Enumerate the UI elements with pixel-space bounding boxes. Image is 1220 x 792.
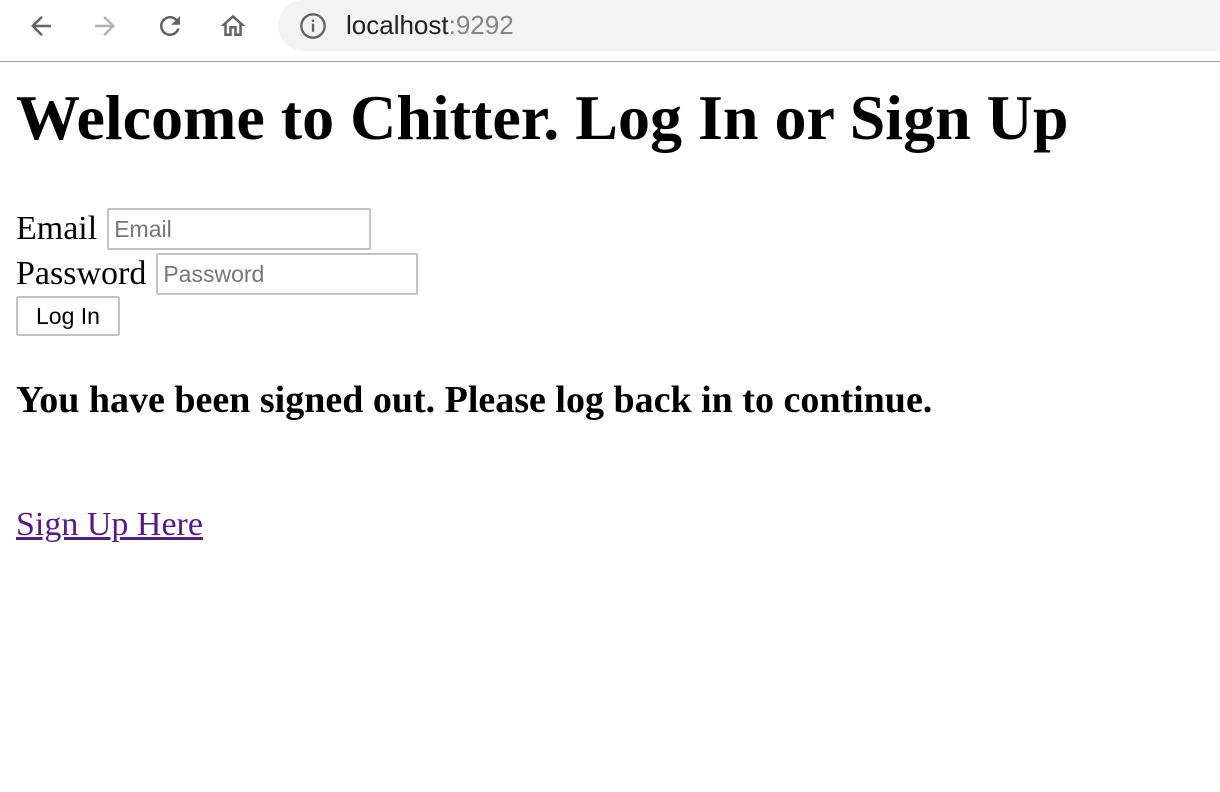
reload-button[interactable] bbox=[150, 6, 190, 46]
email-field[interactable] bbox=[107, 208, 372, 250]
url-text[interactable]: localhost:9292 bbox=[346, 9, 514, 41]
email-row: Email bbox=[16, 208, 372, 250]
sign-up-link[interactable]: Sign Up Here bbox=[16, 504, 203, 546]
arrow-right-icon bbox=[95, 16, 115, 36]
browser-toolbar: localhost:9292 bbox=[0, 0, 1220, 62]
info-icon[interactable] bbox=[299, 12, 327, 40]
password-field[interactable] bbox=[156, 253, 419, 295]
status-message: You have been signed out. Please log bac… bbox=[16, 379, 933, 421]
reload-icon bbox=[160, 15, 180, 36]
email-label: Email bbox=[16, 210, 98, 247]
arrow-left-icon bbox=[31, 16, 51, 36]
password-row: Password bbox=[16, 253, 419, 295]
home-button[interactable] bbox=[213, 6, 253, 46]
page-title: Welcome to Chitter. Log In or Sign Up bbox=[16, 82, 1069, 153]
url-port: :9292 bbox=[448, 10, 514, 40]
password-label: Password bbox=[16, 255, 147, 292]
address-bar[interactable]: localhost:9292 bbox=[278, 0, 1220, 51]
log-in-button[interactable]: Log In bbox=[16, 296, 120, 336]
forward-button[interactable] bbox=[85, 6, 125, 46]
back-button[interactable] bbox=[21, 6, 61, 46]
home-icon bbox=[220, 14, 246, 36]
url-host: localhost bbox=[346, 10, 449, 40]
